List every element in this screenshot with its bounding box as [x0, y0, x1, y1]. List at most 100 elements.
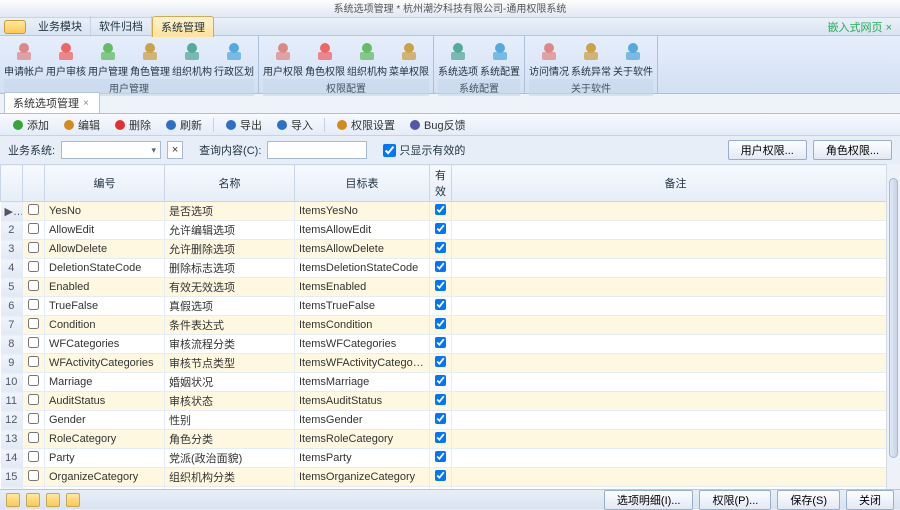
- filter-query-input[interactable]: [267, 141, 367, 159]
- ribbon-item-1-1[interactable]: 角色权限: [305, 38, 345, 79]
- row-select-checkbox[interactable]: [28, 318, 39, 329]
- row-valid-checkbox[interactable]: [435, 356, 446, 367]
- embedded-web-link[interactable]: 嵌入式网页 ×: [828, 19, 900, 35]
- table-row[interactable]: 8WFCategories审核流程分类ItemsWFCategories: [1, 335, 900, 354]
- row-select-checkbox[interactable]: [28, 204, 39, 215]
- table-row[interactable]: 13RoleCategory角色分类ItemsRoleCategory: [1, 430, 900, 449]
- row-select-checkbox[interactable]: [28, 242, 39, 253]
- col-header-6[interactable]: 备注: [452, 165, 900, 202]
- table-row[interactable]: 4DeletionStateCode删除标志选项ItemsDeletionSta…: [1, 259, 900, 278]
- footer-icon-2[interactable]: [26, 493, 40, 507]
- row-valid-checkbox[interactable]: [435, 223, 446, 234]
- table-row[interactable]: 5Enabled有效无效选项ItemsEnabled: [1, 278, 900, 297]
- footer-button-0[interactable]: 选项明细(I)...: [604, 490, 694, 510]
- refresh-button[interactable]: 刷新: [159, 115, 208, 135]
- app-tab-1[interactable]: 软件归档: [91, 16, 152, 37]
- table-row[interactable]: 10Marriage婚姻状况ItemsMarriage: [1, 373, 900, 392]
- edit-button[interactable]: 编辑: [57, 115, 106, 135]
- col-header-5[interactable]: 有效: [430, 165, 452, 202]
- role-perm-button[interactable]: 角色权限...: [813, 140, 892, 160]
- only-valid-checkbox[interactable]: [383, 144, 396, 157]
- close-icon[interactable]: ×: [83, 98, 89, 109]
- ribbon-item-2-0[interactable]: 系统选项: [438, 38, 478, 79]
- row-select-checkbox[interactable]: [28, 261, 39, 272]
- row-valid-checkbox[interactable]: [435, 261, 446, 272]
- table-row[interactable]: 3AllowDelete允许删除选项ItemsAllowDelete: [1, 240, 900, 259]
- table-row[interactable]: 2AllowEdit允许编辑选项ItemsAllowEdit: [1, 221, 900, 240]
- footer-button-1[interactable]: 权限(P)...: [699, 490, 771, 510]
- row-select-checkbox[interactable]: [28, 451, 39, 462]
- app-tab-2[interactable]: 系统管理: [152, 16, 214, 37]
- ribbon-item-1-2[interactable]: 组织机构: [347, 38, 387, 79]
- row-valid-checkbox[interactable]: [435, 242, 446, 253]
- table-row[interactable]: 15OrganizeCategory组织机构分类ItemsOrganizeCat…: [1, 468, 900, 487]
- col-header-2[interactable]: 编号: [45, 165, 165, 202]
- footer-icon-4[interactable]: [66, 493, 80, 507]
- row-select-checkbox[interactable]: [28, 432, 39, 443]
- table-row[interactable]: 9WFActivityCategories审核节点类型ItemsWFActivi…: [1, 354, 900, 373]
- ribbon-item-0-1[interactable]: 用户审核: [46, 38, 86, 79]
- bug-button[interactable]: Bug反馈: [403, 115, 472, 135]
- row-valid-checkbox[interactable]: [435, 299, 446, 310]
- ribbon-item-3-2[interactable]: 关于软件: [613, 38, 653, 79]
- export-button[interactable]: 导出: [219, 115, 268, 135]
- row-select-checkbox[interactable]: [28, 470, 39, 481]
- ribbon-item-3-1[interactable]: 系统异常: [571, 38, 611, 79]
- table-row[interactable]: 6TrueFalse真假选项ItemsTrueFalse: [1, 297, 900, 316]
- user-perm-button[interactable]: 用户权限...: [728, 140, 807, 160]
- col-header-0[interactable]: [1, 165, 23, 202]
- row-select-checkbox[interactable]: [28, 223, 39, 234]
- row-select-checkbox[interactable]: [28, 280, 39, 291]
- filter-system-combo[interactable]: ▾: [61, 141, 161, 159]
- row-valid-checkbox[interactable]: [435, 318, 446, 329]
- only-valid-checkbox-wrap[interactable]: 只显示有效的: [383, 142, 465, 158]
- row-select-checkbox[interactable]: [28, 337, 39, 348]
- row-valid-checkbox[interactable]: [435, 451, 446, 462]
- add-button[interactable]: 添加: [6, 115, 55, 135]
- row-select-checkbox[interactable]: [28, 413, 39, 424]
- footer-icon-1[interactable]: [6, 493, 20, 507]
- row-select-checkbox[interactable]: [28, 375, 39, 386]
- row-valid-checkbox[interactable]: [435, 394, 446, 405]
- ribbon-item-0-2[interactable]: 用户管理: [88, 38, 128, 79]
- ribbon-item-0-4[interactable]: 组织机构: [172, 38, 212, 79]
- ribbon-item-1-0[interactable]: 用户权限: [263, 38, 303, 79]
- table-row[interactable]: 7Condition条件表达式ItemsCondition: [1, 316, 900, 335]
- combo-clear[interactable]: ×: [167, 141, 183, 159]
- ribbon-item-0-0[interactable]: 申请帐户: [4, 38, 44, 79]
- footer-button-2[interactable]: 保存(S): [777, 490, 840, 510]
- table-row[interactable]: 11AuditStatus审核状态ItemsAuditStatus: [1, 392, 900, 411]
- vertical-scrollbar[interactable]: [886, 164, 900, 489]
- row-valid-checkbox[interactable]: [435, 375, 446, 386]
- row-select-checkbox[interactable]: [28, 299, 39, 310]
- row-valid-checkbox[interactable]: [435, 204, 446, 215]
- footer-icon-3[interactable]: [46, 493, 60, 507]
- ribbon-item-2-1[interactable]: 系统配置: [480, 38, 520, 79]
- row-valid-checkbox[interactable]: [435, 337, 446, 348]
- ribbon-item-0-3[interactable]: 角色管理: [130, 38, 170, 79]
- perm-button[interactable]: 权限设置: [330, 115, 401, 135]
- ribbon-item-0-5[interactable]: 行政区划: [214, 38, 254, 79]
- data-grid[interactable]: 编号名称目标表有效备注 ▶1YesNo是否选项ItemsYesNo2AllowE…: [0, 164, 900, 489]
- row-select-checkbox[interactable]: [28, 394, 39, 405]
- table-row[interactable]: ▶1YesNo是否选项ItemsYesNo: [1, 202, 900, 221]
- delete-button[interactable]: 删除: [108, 115, 157, 135]
- row-select-checkbox[interactable]: [28, 356, 39, 367]
- scrollbar-thumb[interactable]: [889, 178, 898, 458]
- col-header-4[interactable]: 目标表: [295, 165, 430, 202]
- row-valid-checkbox[interactable]: [435, 280, 446, 291]
- app-tab-0[interactable]: 业务模块: [30, 16, 91, 37]
- ribbon-item-1-3[interactable]: 菜单权限: [389, 38, 429, 79]
- footer-button-3[interactable]: 关闭: [846, 490, 894, 510]
- row-valid-checkbox[interactable]: [435, 432, 446, 443]
- document-tab-active[interactable]: 系统选项管理 ×: [4, 92, 100, 113]
- app-menu-button[interactable]: [4, 20, 26, 34]
- row-valid-checkbox[interactable]: [435, 470, 446, 481]
- col-header-3[interactable]: 名称: [165, 165, 295, 202]
- import-button[interactable]: 导入: [270, 115, 319, 135]
- col-header-1[interactable]: [23, 165, 45, 202]
- ribbon-item-3-0[interactable]: 访问情况: [529, 38, 569, 79]
- table-row[interactable]: 12Gender性别ItemsGender: [1, 411, 900, 430]
- table-row[interactable]: 14Party党派(政治面貌)ItemsParty: [1, 449, 900, 468]
- row-valid-checkbox[interactable]: [435, 413, 446, 424]
